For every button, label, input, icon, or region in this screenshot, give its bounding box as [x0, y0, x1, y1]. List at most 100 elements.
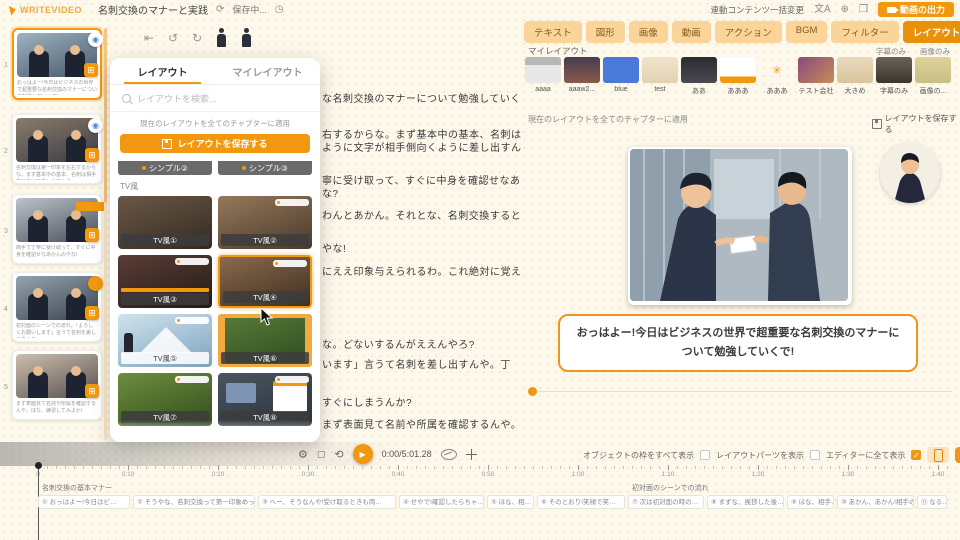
simple-layout-item[interactable]: シンプル③ [218, 161, 312, 175]
tv-layout-item[interactable]: TV風② [218, 196, 312, 249]
my-layout-item[interactable]: 字幕のみ [875, 57, 913, 96]
chapter-card[interactable]: まず表面見て名前や所属を確認するんや。ほな、練習してみよか!⊞ [12, 350, 102, 420]
my-layout-item[interactable]: ああ [680, 57, 718, 96]
simple-layout-item[interactable]: シンプル② [118, 161, 212, 175]
subtitle-text: おっはよー!今日はビジネスの世界で超重要な名刺交換のマナーについて勉強していくで… [576, 324, 900, 361]
pan-tool-icon[interactable] [466, 449, 477, 460]
popup-save-layout-button[interactable]: レイアウトを保存する [120, 134, 310, 153]
subtitle-clip[interactable]: ⑨ ほな、相手… [787, 495, 834, 509]
chapter-layout-button[interactable]: ⊞ [85, 384, 99, 398]
preview-badge[interactable]: ◉ [88, 32, 103, 47]
popup-tab-1[interactable]: マイレイアウト [215, 58, 320, 84]
display-option-checkbox[interactable] [810, 450, 820, 460]
preview-badge[interactable]: ◉ [88, 118, 103, 133]
chapter-layout-button[interactable]: ⊞ [84, 63, 98, 77]
subtitle-clip[interactable]: ③ へー、そうなんや!受け取るときも両… [258, 495, 396, 509]
subtitle-clip[interactable]: ⑩ あかん、あかん!相手の名… [837, 495, 914, 509]
news-ticker-decoration [121, 288, 209, 292]
tab-images[interactable]: 画像 [629, 21, 668, 43]
tab-layout[interactable]: レイアウト [903, 21, 960, 43]
bulk-change-link[interactable]: 連動コンテンツ一括変更 [710, 4, 804, 16]
frame-icon[interactable]: ▢ [317, 449, 326, 460]
tv-layout-item[interactable]: TV風⑦ [118, 373, 212, 426]
subtitle-clip[interactable]: ⑥ そのとおり!笑顔で笑… [537, 495, 625, 509]
script-line: ように文字が相手側向くように差し出すん [322, 139, 522, 154]
timeline-ruler[interactable] [38, 466, 954, 469]
aspect-ratio-button[interactable]: 16:9 [955, 447, 960, 463]
tab-video[interactable]: 動画 [672, 21, 711, 43]
my-layout-item[interactable]: aaaa [524, 57, 562, 96]
layout-toggle-icon[interactable]: ❒ [859, 5, 868, 15]
my-layout-name: aaaw2... [563, 86, 601, 93]
tv-layout-grid: TV風①TV風②TV風③TV風④TV風⑤TV風⑥TV風⑦TV風⑧ [118, 196, 312, 426]
my-layout-item[interactable]: ✳あああ [758, 57, 796, 96]
tv-layout-item[interactable]: TV風④ [218, 255, 312, 308]
my-layout-item[interactable]: aaaw2... [563, 57, 601, 96]
subtitle-clip[interactable]: ⑦ 次は初対面の時の… [628, 495, 704, 509]
my-layout-item[interactable]: テスト会社 [797, 57, 835, 96]
simple-layouts-row: シンプル② シンプル③ [118, 161, 312, 175]
chapter-progress-track[interactable] [538, 391, 952, 392]
document-title[interactable]: 名刺交換のマナーと実践 [98, 2, 208, 17]
subtitle-clip[interactable]: ① おっはよー!今日はビ… [38, 495, 130, 509]
save-layout-link[interactable]: レイアウトを保存する [872, 113, 960, 135]
playhead-handle[interactable] [35, 462, 42, 469]
loop-icon[interactable]: ⟲ [334, 448, 343, 461]
history-icon[interactable]: ◷ [275, 5, 284, 15]
chapter-progress-handle[interactable] [528, 387, 537, 396]
chapter-layout-button[interactable]: ⊞ [85, 148, 99, 162]
export-video-button[interactable]: 動画の出力 [878, 2, 954, 17]
character-1-icon[interactable] [216, 28, 227, 48]
tick-mark [578, 465, 579, 470]
tv-layout-item[interactable]: TV風③ [118, 255, 212, 308]
my-layout-item[interactable]: 大きめ [836, 57, 874, 96]
timeline-chapter-label[interactable]: 名刺交換の基本マナー [42, 483, 112, 493]
playback-speed-icon[interactable] [441, 449, 457, 460]
tab-text[interactable]: テキスト [524, 21, 582, 43]
subtitle-clip[interactable]: ② そうやな、名刺交換って第一印象めっ… [133, 495, 255, 509]
my-layout-item[interactable]: blue [602, 57, 640, 96]
subtitle-box[interactable]: おっはよー!今日はビジネスの世界で超重要な名刺交換のマナーについて勉強していくで… [558, 314, 918, 372]
tab-shapes[interactable]: 図形 [586, 21, 625, 43]
skip-to-start-icon[interactable]: ⇤ [144, 31, 154, 45]
popup-bottom-fade [110, 420, 320, 442]
my-layout-item[interactable]: 画像の... [914, 57, 952, 96]
settings-icon[interactable]: ⚙ [298, 448, 308, 461]
subtitle-clip[interactable]: ⑪ なる… [917, 495, 947, 509]
my-layout-item[interactable]: test [641, 57, 679, 96]
character-2-icon[interactable] [241, 28, 252, 48]
tv-layout-label: TV風⑤ [121, 352, 209, 364]
presenter-avatar[interactable] [880, 143, 940, 203]
translate-icon[interactable]: 文A [814, 5, 831, 15]
popup-tab-0[interactable]: レイアウト [110, 58, 215, 84]
timeline-chapter-label[interactable]: 初対面のシーンでの流れ [632, 483, 709, 493]
tab-bgm[interactable]: BGM [786, 21, 828, 43]
redo-icon[interactable]: ↻ [192, 31, 202, 45]
orientation-button[interactable] [927, 447, 949, 463]
tab-filters[interactable]: フィルター [831, 21, 898, 43]
display-option-checkbox[interactable] [700, 450, 710, 460]
preview-image [630, 149, 848, 301]
my-layout-item[interactable]: あああ [719, 57, 757, 96]
chapter-layout-button[interactable]: ⊞ [85, 306, 99, 320]
globe-icon[interactable]: ⊕ [841, 5, 849, 15]
tag-dot-icon [277, 201, 280, 204]
subtitle-clip[interactable]: ⑧ まずな、挨拶した後… [707, 495, 784, 509]
subtitle-clip[interactable]: ⑤ ほな、相… [487, 495, 534, 509]
chapter-layout-button[interactable]: ⊞ [85, 228, 99, 242]
undo-icon[interactable]: ↺ [168, 31, 178, 45]
tv-layout-item[interactable]: TV風⑧ [218, 373, 312, 426]
tv-layout-item[interactable]: TV風⑤ [118, 314, 212, 367]
chapter-number: 3 [2, 228, 10, 235]
layout-search[interactable]: レイアウトを検索... [110, 85, 320, 112]
tv-layout-item[interactable]: TV風① [118, 196, 212, 249]
my-layout-thumbnail [525, 57, 561, 83]
video-preview[interactable] [628, 147, 852, 305]
apply-all-link[interactable]: 現在のレイアウトを全てのチャプターに適用 [528, 114, 688, 125]
subtitle-clip[interactable]: ④ せやで!確認したらちゃ… [399, 495, 484, 509]
popup-apply-all-link[interactable]: 現在のレイアウトを全てのチャプターに適用 [110, 118, 320, 129]
tab-actions[interactable]: アクション [715, 21, 782, 43]
sidebar-scrollbar-thumb[interactable] [104, 28, 107, 203]
play-button[interactable]: ▶ [353, 444, 373, 464]
display-option-checkbox[interactable]: ✓ [911, 450, 921, 460]
